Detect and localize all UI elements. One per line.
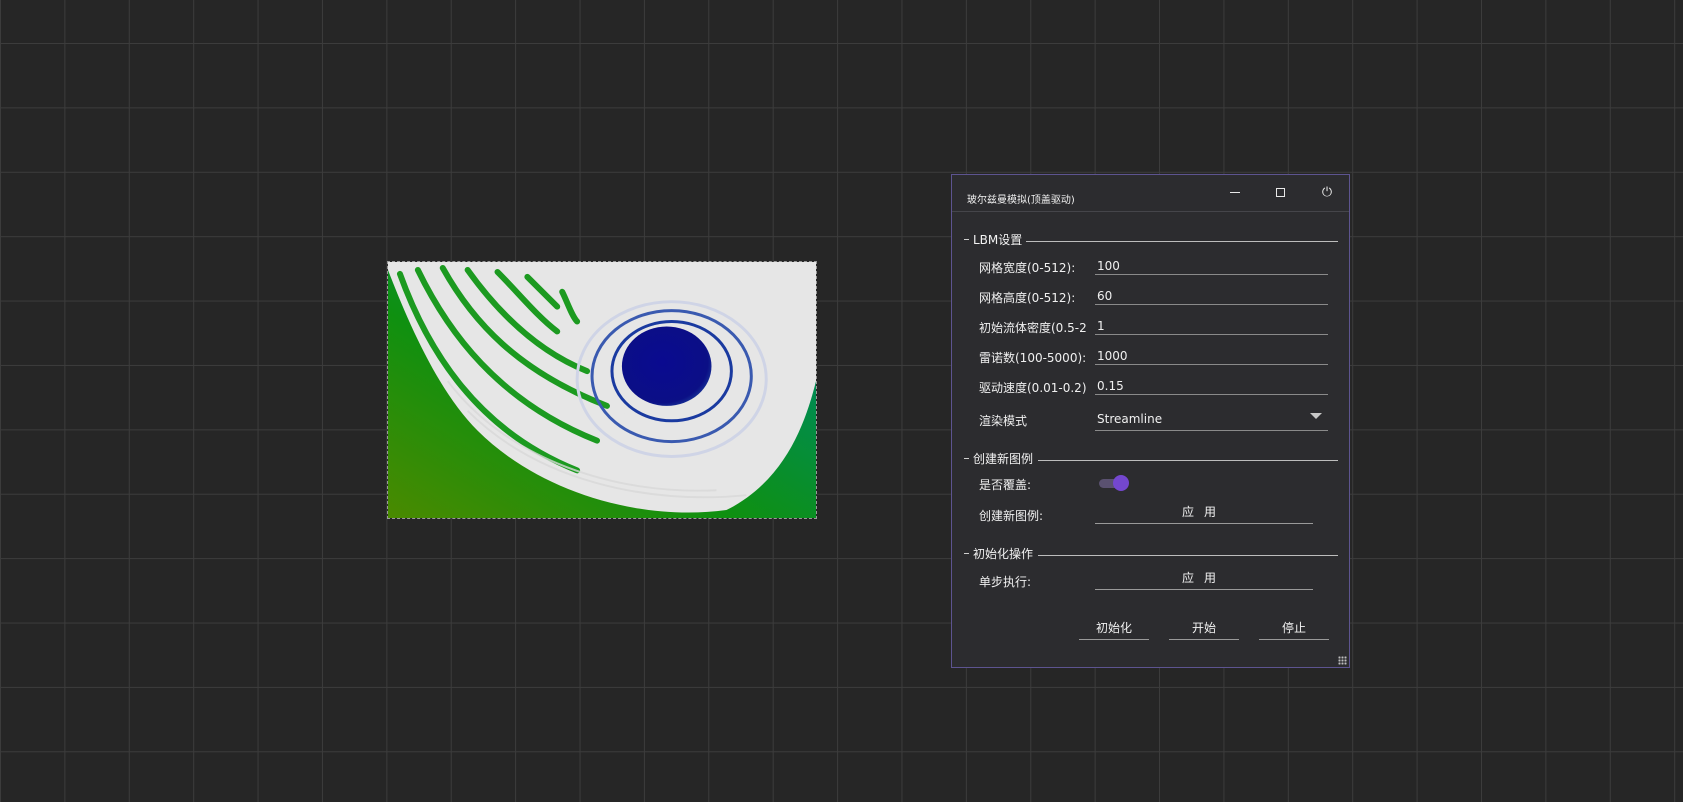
section-create-legend: 创建新图例: [964, 451, 1034, 466]
grid-height-input[interactable]: 60: [1095, 287, 1328, 305]
single-step-label: 单步执行:: [979, 575, 1032, 589]
section-create-title: 创建新图例: [973, 451, 1034, 466]
section-init-operations: 初始化操作: [964, 546, 1034, 561]
section-divider: [1026, 241, 1338, 242]
initialize-button[interactable]: 初始化: [1079, 619, 1149, 640]
grid-width-label: 网格宽度(0-512):: [979, 261, 1076, 275]
reynolds-label: 雷诺数(100-5000):: [979, 351, 1087, 365]
stop-button[interactable]: 停止: [1259, 619, 1329, 640]
initial-density-input[interactable]: 1: [1095, 317, 1328, 335]
power-icon[interactable]: ⏻: [1315, 183, 1339, 203]
overwrite-toggle[interactable]: [1099, 475, 1129, 491]
render-mode-label: 渲染模式: [979, 414, 1028, 428]
minimize-icon[interactable]: [1223, 183, 1247, 203]
section-divider: [1038, 555, 1338, 556]
reynolds-input[interactable]: 1000: [1095, 347, 1328, 365]
resize-grip-icon[interactable]: [1338, 656, 1347, 665]
start-button[interactable]: 开始: [1169, 619, 1239, 640]
section-lbm-title: LBM设置: [973, 232, 1023, 247]
streamline-visualization: [388, 262, 816, 518]
section-divider: [1038, 460, 1338, 461]
maximize-icon[interactable]: [1269, 183, 1293, 203]
window-title: 玻尔兹曼模拟(顶盖驱动): [967, 195, 1075, 206]
toggle-knob: [1113, 475, 1129, 491]
overwrite-label: 是否覆盖:: [979, 478, 1032, 492]
simulation-canvas: [387, 261, 817, 519]
window-titlebar[interactable]: 玻尔兹曼模拟(顶盖驱动) ⏻: [952, 175, 1349, 212]
create-legend-label: 创建新图例:: [979, 509, 1044, 523]
chevron-down-icon: [1310, 413, 1322, 419]
single-step-apply-button[interactable]: 应用: [1095, 569, 1313, 590]
grid-width-input[interactable]: 100: [1095, 257, 1328, 275]
drive-speed-label: 驱动速度(0.01-0.2): [979, 381, 1087, 395]
initial-density-label: 初始流体密度(0.5-2: [979, 321, 1087, 335]
section-init-title: 初始化操作: [973, 546, 1034, 561]
create-legend-apply-button[interactable]: 应用: [1095, 503, 1313, 524]
render-mode-value: Streamline: [1097, 412, 1163, 426]
grid-height-label: 网格高度(0-512):: [979, 291, 1076, 305]
drive-speed-input[interactable]: 0.15: [1095, 377, 1328, 395]
lbm-settings-window: 玻尔兹曼模拟(顶盖驱动) ⏻ LBM设置 网格宽度(0-512): 100 网格…: [951, 174, 1350, 668]
section-lbm-settings: LBM设置: [964, 232, 1023, 247]
render-mode-select[interactable]: Streamline: [1095, 407, 1328, 431]
